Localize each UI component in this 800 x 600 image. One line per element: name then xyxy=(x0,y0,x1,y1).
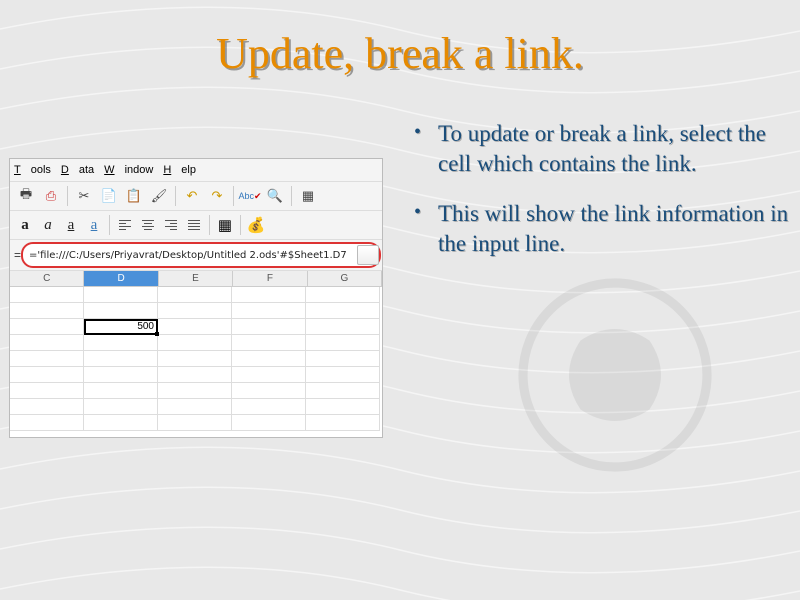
merge-cells-icon[interactable]: ▦ xyxy=(214,214,236,236)
bullet-2: This will show the link information in t… xyxy=(410,199,790,259)
col-header-g[interactable]: G xyxy=(308,271,382,287)
format-paintbrush-icon[interactable]: 🖌 xyxy=(147,184,171,208)
equals-label: = xyxy=(14,248,21,262)
spellcheck-icon[interactable]: Abc✔ xyxy=(238,184,262,208)
menu-window[interactable]: Window xyxy=(104,164,153,176)
align-left-icon[interactable] xyxy=(114,214,136,236)
active-cell[interactable]: 500 xyxy=(84,319,158,335)
cut-icon[interactable]: ✂ xyxy=(72,184,96,208)
formula-dropdown-icon[interactable] xyxy=(357,245,379,265)
find-icon[interactable]: 🔍 xyxy=(263,184,287,208)
formula-bar: = ='file:///C:/Users/Priyavrat/Desktop/U… xyxy=(10,240,382,271)
copy-icon[interactable]: 📄 xyxy=(97,184,121,208)
redo-icon[interactable]: ↷ xyxy=(205,184,229,208)
bullet-1: To update or break a link, select the ce… xyxy=(410,119,790,179)
menu-help[interactable]: Help xyxy=(163,164,196,176)
col-header-f[interactable]: F xyxy=(233,271,307,287)
currency-icon[interactable]: 💰 xyxy=(245,214,267,236)
col-header-c[interactable]: C xyxy=(10,271,84,287)
formula-highlight: ='file:///C:/Users/Priyavrat/Desktop/Unt… xyxy=(21,242,381,268)
print-icon[interactable]: 🖶 xyxy=(14,184,38,208)
menu-data[interactable]: Data xyxy=(61,164,94,176)
bold-icon[interactable]: a xyxy=(14,214,36,236)
screenshot-calc: Tools Data Window Help 🖶 ⎙ ✂ 📄 📋 🖌 ↶ ↷ xyxy=(10,159,382,437)
slide-title: Update, break a link. xyxy=(0,0,800,79)
pdf-icon[interactable]: ⎙ xyxy=(39,184,63,208)
standard-toolbar: 🖶 ⎙ ✂ 📄 📋 🖌 ↶ ↷ Abc✔ 🔍 ▦ xyxy=(10,182,382,211)
align-right-icon[interactable] xyxy=(160,214,182,236)
undo-icon[interactable]: ↶ xyxy=(180,184,204,208)
bullet-list: To update or break a link, select the ce… xyxy=(410,119,790,259)
table-icon[interactable]: ▦ xyxy=(296,184,320,208)
align-justify-icon[interactable] xyxy=(183,214,205,236)
hyperlink-style-icon[interactable]: a xyxy=(83,214,105,236)
align-center-icon[interactable] xyxy=(137,214,159,236)
formula-input[interactable]: ='file:///C:/Users/Priyavrat/Desktop/Unt… xyxy=(23,250,353,261)
formatting-toolbar: a a a a ▦ 💰 xyxy=(10,211,382,240)
italic-icon[interactable]: a xyxy=(37,214,59,236)
col-header-e[interactable]: E xyxy=(159,271,233,287)
underline-icon[interactable]: a xyxy=(60,214,82,236)
paste-icon[interactable]: 📋 xyxy=(122,184,146,208)
menu-tools[interactable]: Tools xyxy=(14,164,51,176)
column-headers: C D E F G xyxy=(10,271,382,287)
spreadsheet-grid[interactable]: 500 xyxy=(10,287,382,431)
col-header-d[interactable]: D xyxy=(84,271,158,287)
menubar: Tools Data Window Help xyxy=(10,159,382,182)
